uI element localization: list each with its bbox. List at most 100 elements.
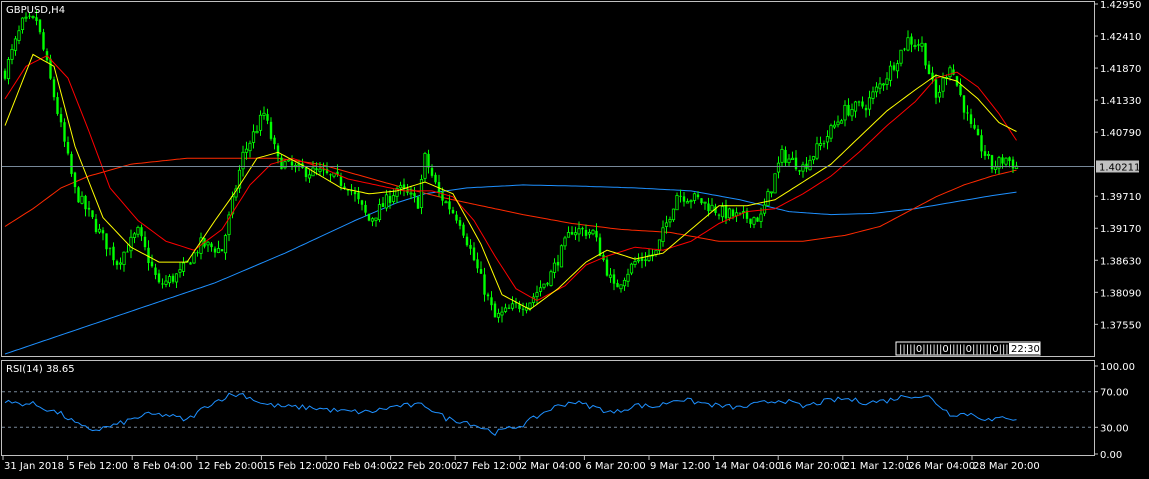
- candle: [357, 187, 360, 204]
- candle: [675, 192, 679, 211]
- candle: [77, 186, 80, 203]
- candle: [112, 242, 115, 266]
- candle: [10, 44, 14, 65]
- candle: [244, 141, 249, 160]
- candle: [689, 199, 693, 209]
- price-tick-label: 1.37550: [1100, 320, 1141, 331]
- candle: [700, 198, 703, 205]
- candle: [647, 248, 651, 262]
- candle: [510, 296, 515, 311]
- candle: [486, 292, 490, 301]
- candle: [549, 269, 553, 287]
- candle: [542, 283, 546, 290]
- price-tick-label: 1.39710: [1100, 192, 1141, 203]
- candle: [472, 242, 476, 262]
- candle: [644, 252, 647, 267]
- candle: [20, 17, 25, 34]
- candle: [101, 227, 105, 241]
- candle: [293, 162, 298, 173]
- candle: [790, 151, 795, 161]
- rsi-tick-label: 70.00: [1100, 388, 1129, 399]
- candle: [444, 200, 448, 204]
- candle: [458, 216, 462, 230]
- candle: [402, 178, 406, 197]
- candle: [661, 220, 665, 247]
- time-tick-label: 6 Mar 20:00: [585, 461, 645, 472]
- candle: [196, 250, 199, 257]
- candle: [1008, 156, 1011, 168]
- candle: [105, 233, 108, 257]
- candle: [752, 216, 756, 229]
- candle: [223, 233, 228, 260]
- bar-countdown: |||||0||||||0|||||0||||||0|||1 22:30: [895, 341, 1041, 356]
- candle: [805, 156, 808, 173]
- candle: [171, 273, 175, 284]
- candle: [518, 300, 521, 313]
- candle: [42, 28, 45, 52]
- moving-average-blue: [4, 184, 1017, 355]
- time-tick-label: 2 Mar 04:00: [521, 461, 581, 472]
- candle: [864, 104, 868, 118]
- candle: [157, 269, 161, 284]
- candle: [129, 229, 133, 259]
- trading-chart-window[interactable]: 1.42950 1.42410 1.41870 1.41330 1.40790 1.397…: [0, 0, 1149, 475]
- time-tick-label: 22 Feb 20:00: [392, 461, 458, 472]
- candle: [126, 244, 129, 253]
- candle: [255, 125, 259, 134]
- candle: [147, 240, 150, 271]
- candle: [769, 191, 774, 198]
- candle: [759, 207, 763, 229]
- candle: [626, 268, 630, 288]
- candle: [419, 174, 424, 215]
- candle: [409, 186, 413, 200]
- candle: [503, 303, 508, 314]
- candle: [56, 92, 59, 116]
- candle: [476, 252, 479, 273]
- candle: [685, 198, 690, 204]
- candle: [136, 225, 140, 238]
- candle: [710, 198, 714, 212]
- price-panel-frame: [1, 1, 1095, 357]
- candle: [734, 207, 739, 223]
- candle: [97, 223, 102, 234]
- candle: [798, 169, 801, 176]
- rsi-tick-label: 0.00: [1100, 450, 1122, 461]
- candle: [538, 280, 543, 297]
- candle: [427, 149, 430, 174]
- candle: [808, 155, 812, 171]
- candle: [38, 19, 42, 35]
- candle: [857, 100, 861, 107]
- candle: [3, 68, 7, 81]
- ma-yellow-line: [4, 53, 1017, 311]
- candle: [976, 125, 980, 136]
- candle: [654, 250, 658, 257]
- price-tick-label: 1.40790: [1100, 128, 1141, 139]
- candle: [811, 155, 816, 165]
- candle: [290, 155, 294, 171]
- candle: [451, 206, 455, 215]
- time-tick-label: 14 Mar 04:00: [715, 461, 782, 472]
- candle: [959, 78, 962, 97]
- candle: [861, 96, 864, 109]
- candle: [462, 222, 465, 238]
- candle: [552, 258, 557, 279]
- candle: [784, 146, 787, 167]
- price-tick-label: 1.42410: [1100, 32, 1141, 43]
- candle: [829, 123, 833, 143]
- candle: [629, 262, 634, 276]
- candle: [84, 194, 87, 217]
- candle: [73, 171, 77, 194]
- candle: [483, 267, 486, 302]
- candle: [776, 156, 781, 179]
- candle: [140, 224, 143, 242]
- candle: [962, 95, 966, 120]
- candle: [469, 239, 472, 255]
- candle: [500, 306, 504, 323]
- time-tick-label: 26 Mar 04:00: [908, 461, 975, 472]
- candle: [164, 275, 168, 288]
- candle: [920, 36, 924, 52]
- candle: [591, 228, 595, 236]
- chart-canvas[interactable]: 1.42950 1.42410 1.41870 1.41330 1.40790 1.397…: [0, 0, 1149, 475]
- candle: [206, 241, 210, 253]
- candle: [227, 211, 231, 242]
